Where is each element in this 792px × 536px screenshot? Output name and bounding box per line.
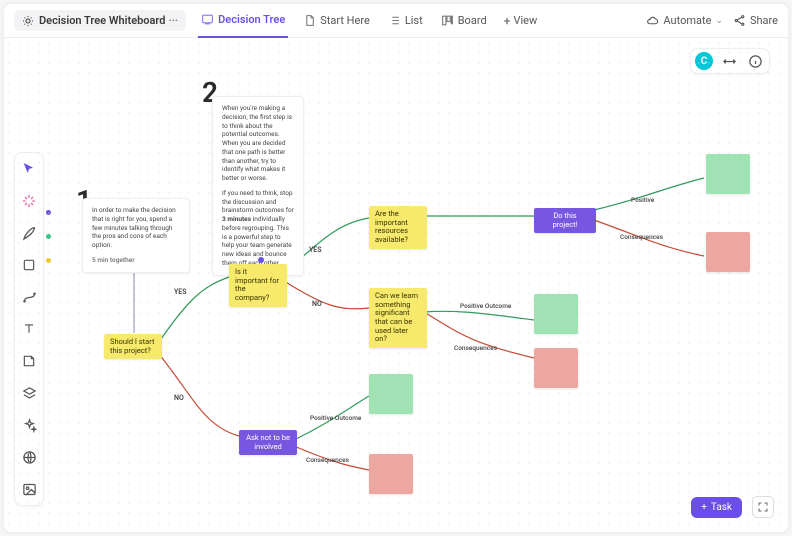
edge-yes: YES	[309, 246, 322, 254]
edge-positive-outcome: Positive Outcome	[460, 302, 511, 310]
page-title: Decision Tree Whiteboard	[39, 14, 165, 27]
edge-consequences: Consequences	[454, 344, 497, 352]
node-start[interactable]: Should I start this project?	[104, 334, 162, 359]
edge-positive-outcome: Positive Outcome	[310, 414, 361, 422]
share-button[interactable]: Share	[733, 14, 778, 27]
outcome-positive[interactable]	[534, 294, 578, 334]
node-do-project[interactable]: Do this project!	[534, 208, 596, 233]
tab-label: Decision Tree	[218, 13, 285, 26]
note-card-1[interactable]: In order to make the decision that is ri…	[82, 198, 190, 273]
note-body: In order to make the decision that is ri…	[92, 206, 180, 250]
edge-positive: Positive	[631, 196, 654, 204]
tab-board[interactable]: Board	[438, 4, 490, 38]
tab-label: Start Here	[320, 14, 370, 27]
edge-no: NO	[312, 300, 322, 308]
outcome-positive[interactable]	[369, 374, 413, 414]
note-p1: When you're making a decision, the first…	[222, 104, 294, 183]
note-p2: If you need to think, stop the discussio…	[222, 189, 294, 268]
tab-label: List	[405, 14, 423, 27]
fullscreen-button[interactable]	[752, 496, 774, 518]
node-learn[interactable]: Can we learn something significant that …	[369, 288, 427, 348]
sun-icon	[22, 15, 34, 27]
tab-label: Board	[458, 14, 487, 27]
add-view-button[interactable]: + View	[504, 14, 538, 28]
chevron-down-icon: ⌄	[715, 16, 723, 26]
edge-yes: YES	[174, 288, 187, 296]
page-title-chip[interactable]: Decision Tree Whiteboard ···	[14, 10, 186, 31]
topbar: Decision Tree Whiteboard ··· Decision Tr…	[4, 4, 788, 38]
board-icon	[441, 14, 454, 27]
plus-icon: +	[504, 14, 511, 28]
expand-icon	[757, 501, 769, 513]
outcome-positive[interactable]	[706, 154, 750, 194]
edge-consequences: Consequences	[620, 233, 663, 241]
add-view-label: View	[513, 14, 537, 27]
task-label: Task	[711, 502, 732, 513]
node-ask-not[interactable]: Ask not to be involved	[239, 430, 297, 455]
cloud-icon	[646, 14, 659, 27]
doc-icon	[303, 14, 316, 27]
outcome-consequence[interactable]	[369, 454, 413, 494]
edge-no: NO	[174, 394, 184, 402]
automate-label: Automate	[663, 14, 711, 27]
share-icon	[733, 14, 746, 27]
outcome-consequence[interactable]	[706, 232, 750, 272]
title-ellipsis[interactable]: ···	[168, 14, 178, 27]
list-icon	[388, 14, 401, 27]
tab-start-here[interactable]: Start Here	[300, 4, 373, 38]
automate-button[interactable]: Automate ⌄	[646, 14, 723, 27]
tab-list[interactable]: List	[385, 4, 426, 38]
node-resources[interactable]: Are the important resources available?	[369, 206, 427, 249]
tab-decision-tree[interactable]: Decision Tree	[198, 4, 288, 38]
add-task-button[interactable]: + Task	[691, 497, 742, 518]
outcome-consequence[interactable]	[534, 348, 578, 388]
whiteboard-canvas[interactable]: 1 2 In order to make the decision that i…	[4, 38, 788, 532]
note-p2-bold: 3 minutes	[222, 215, 251, 223]
connector-handle[interactable]	[258, 257, 264, 263]
plus-icon: +	[701, 502, 707, 513]
node-important[interactable]: Is it important for the company?	[229, 264, 287, 307]
edge-consequences: Consequences	[306, 456, 349, 464]
share-label: Share	[750, 14, 778, 27]
note-card-2[interactable]: When you're making a decision, the first…	[212, 96, 304, 276]
whiteboard-icon	[201, 13, 214, 26]
note-p2a: If you need to think, stop the discussio…	[222, 189, 294, 215]
note-time: 5 min together	[92, 256, 180, 265]
